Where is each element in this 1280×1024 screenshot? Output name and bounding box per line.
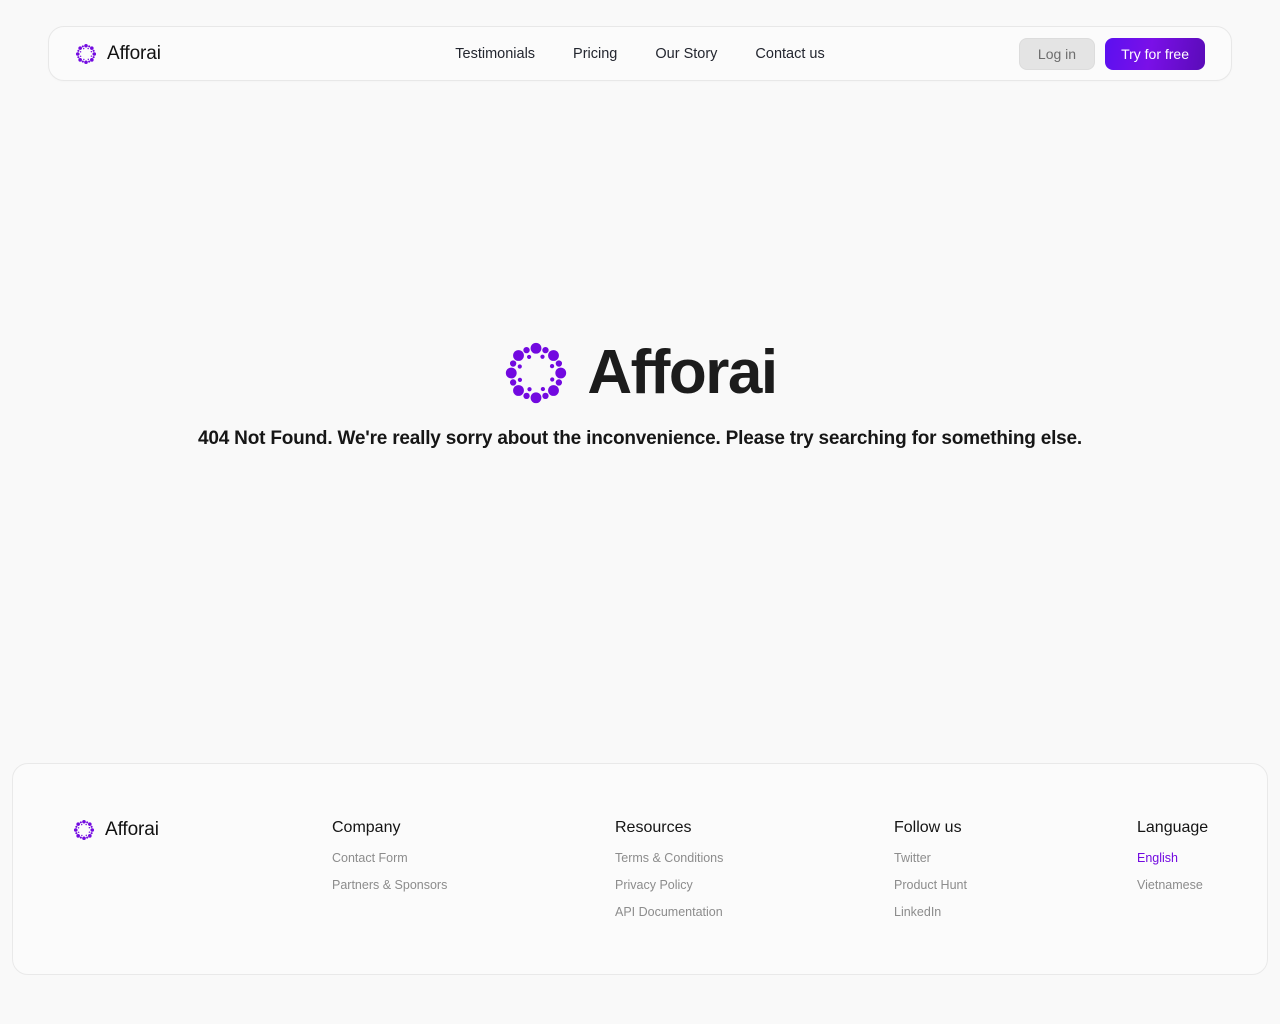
language-option-english[interactable]: English (1137, 851, 1208, 865)
header-brand-name: Afforai (107, 42, 161, 64)
footer-column-title: Language (1137, 819, 1209, 836)
error-page-content: Afforai 404 Not Found. We're really sorr… (0, 340, 1280, 450)
footer-link-partners-sponsors[interactable]: Partners & Sponsors (332, 878, 447, 892)
header-brand[interactable]: Afforai (75, 43, 161, 65)
nav-link-pricing[interactable]: Pricing (573, 46, 617, 62)
footer-column-company: Company Contact Form Partners & Sponsors (332, 819, 447, 905)
footer-column-title: Company (332, 819, 401, 836)
hero-wordmark: Afforai (587, 338, 778, 407)
nav-link-our-story[interactable]: Our Story (655, 46, 717, 62)
footer-brand-name: Afforai (105, 819, 159, 840)
footer-column-follow-us: Follow us Twitter Product Hunt LinkedIn (894, 819, 967, 932)
nav-link-testimonials[interactable]: Testimonials (455, 46, 535, 62)
site-header: Afforai Testimonials Pricing Our Story C… (48, 26, 1232, 81)
afforai-logo-icon (75, 43, 97, 65)
nav-link-contact-us[interactable]: Contact us (755, 46, 824, 62)
hero-logo-lockup: Afforai (0, 340, 1280, 406)
footer-brand[interactable]: Afforai (73, 819, 159, 841)
footer-link-product-hunt[interactable]: Product Hunt (894, 878, 967, 892)
afforai-logo-icon-large (503, 340, 569, 406)
footer-link-privacy-policy[interactable]: Privacy Policy (615, 878, 723, 892)
footer-column-title: Follow us (894, 819, 962, 836)
footer-link-linkedin[interactable]: LinkedIn (894, 905, 967, 919)
footer-column-title: Resources (615, 819, 692, 836)
footer-link-terms-conditions[interactable]: Terms & Conditions (615, 851, 723, 865)
footer-column-resources: Resources Terms & Conditions Privacy Pol… (615, 819, 723, 932)
site-footer: Afforai Company Contact Form Partners & … (12, 763, 1268, 975)
language-option-vietnamese[interactable]: Vietnamese (1137, 878, 1208, 892)
error-message: 404 Not Found. We're really sorry about … (198, 428, 1082, 449)
footer-link-api-documentation[interactable]: API Documentation (615, 905, 723, 919)
header-actions: Log in Try for free (1018, 37, 1205, 70)
afforai-logo-icon-footer (73, 819, 95, 841)
footer-link-twitter[interactable]: Twitter (894, 851, 967, 865)
log-in-button[interactable]: Log in (1018, 37, 1096, 70)
main-navigation: Testimonials Pricing Our Story Contact u… (455, 46, 824, 62)
footer-column-language: Language English Vietnamese (1137, 819, 1208, 905)
footer-link-contact-form[interactable]: Contact Form (332, 851, 447, 865)
try-for-free-button[interactable]: Try for free (1105, 37, 1205, 70)
